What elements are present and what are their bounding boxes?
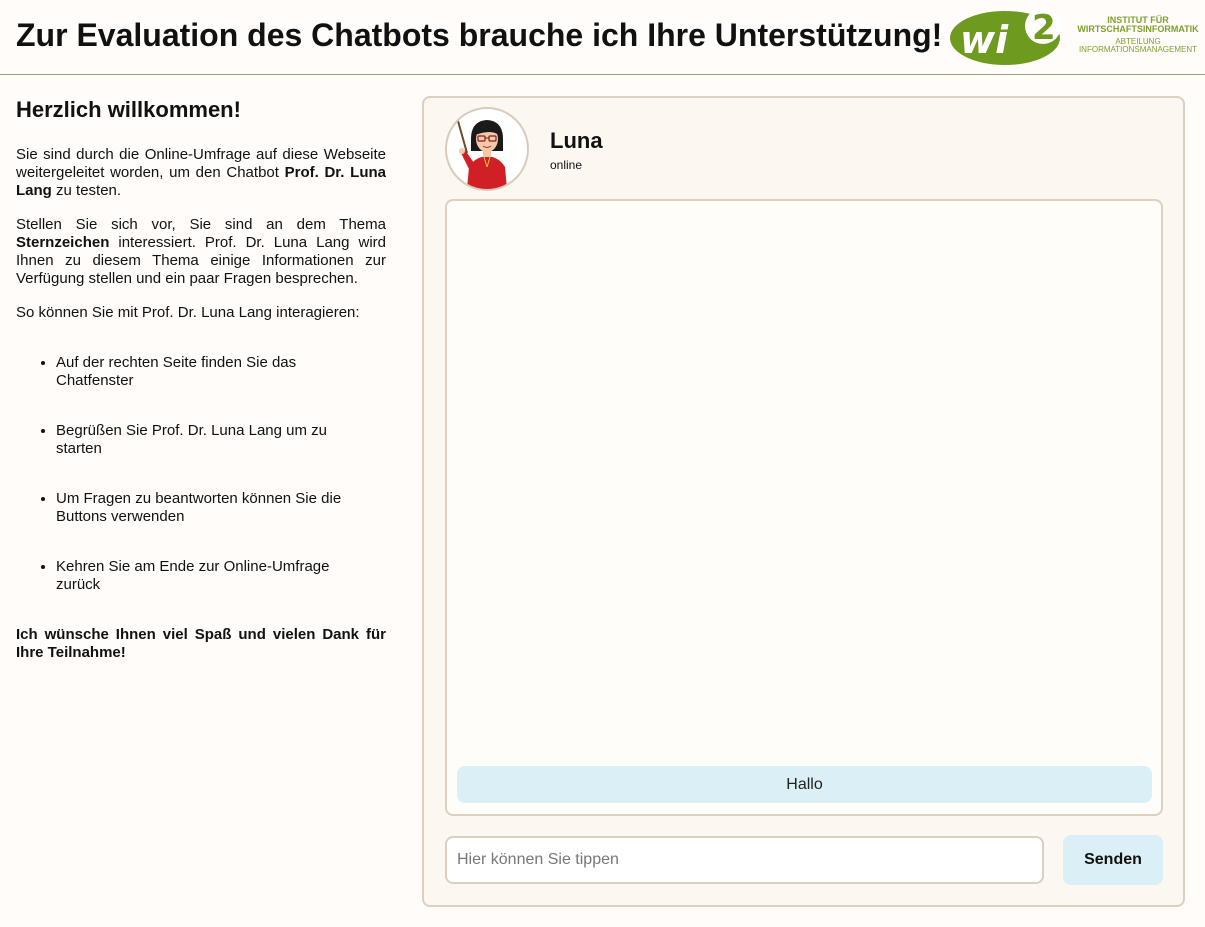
institute-line: WIRTSCHAFTSINFORMATIK — [1077, 24, 1199, 35]
list-item: Kehren Sie am Ende zur Online-Umfrage zu… — [56, 558, 386, 594]
intro-paragraph: Sie sind durch die Online-Umfrage auf di… — [16, 146, 387, 199]
page-header: Zur Evaluation des Chatbots brauche ich … — [0, 0, 1205, 75]
intro-paragraph: Stellen Sie sich vor, Sie sind an dem Th… — [16, 216, 386, 287]
bot-status: online — [550, 158, 583, 172]
list-item: Um Fragen zu beantworten können Sie die … — [56, 490, 386, 526]
steps-list: Auf der rechten Seite finden Sie das Cha… — [16, 354, 386, 594]
intro-panel: Herzlich willkommen! Sie sind durch die … — [16, 96, 386, 678]
wi2-logo: wi 2 — [950, 8, 1061, 65]
send-button[interactable]: Senden — [1063, 835, 1163, 885]
bot-name: Luna — [550, 128, 603, 153]
page-title: Zur Evaluation des Chatbots brauche ich … — [16, 17, 943, 53]
institute-line: INFORMATIONSMANAGEMENT — [1078, 45, 1198, 55]
intro-paragraph: So können Sie mit Prof. Dr. Luna Lang in… — [16, 304, 360, 321]
list-item: Auf der rechten Seite finden Sie das Cha… — [56, 354, 386, 390]
svg-text:2: 2 — [1032, 8, 1056, 48]
message-area[interactable]: Hallo — [445, 199, 1163, 816]
intro-heading: Herzlich willkommen! — [16, 97, 241, 122]
chat-input[interactable] — [445, 836, 1044, 884]
svg-text:wi: wi — [960, 18, 1009, 62]
closing-text: Ich wünsche Ihnen viel Spaß und vielen D… — [16, 626, 386, 661]
list-item: Begrüßen Sie Prof. Dr. Luna Lang um zu s… — [56, 422, 386, 458]
chat-window: Luna online Hallo Senden — [422, 96, 1185, 907]
institute-logo: INSTITUT FÜR WIRTSCHAFTSINFORMATIK ABTEI… — [1076, 15, 1200, 55]
quick-reply-button[interactable]: Hallo — [457, 766, 1152, 803]
teacher-avatar-icon — [457, 120, 507, 189]
bot-avatar — [445, 107, 529, 191]
